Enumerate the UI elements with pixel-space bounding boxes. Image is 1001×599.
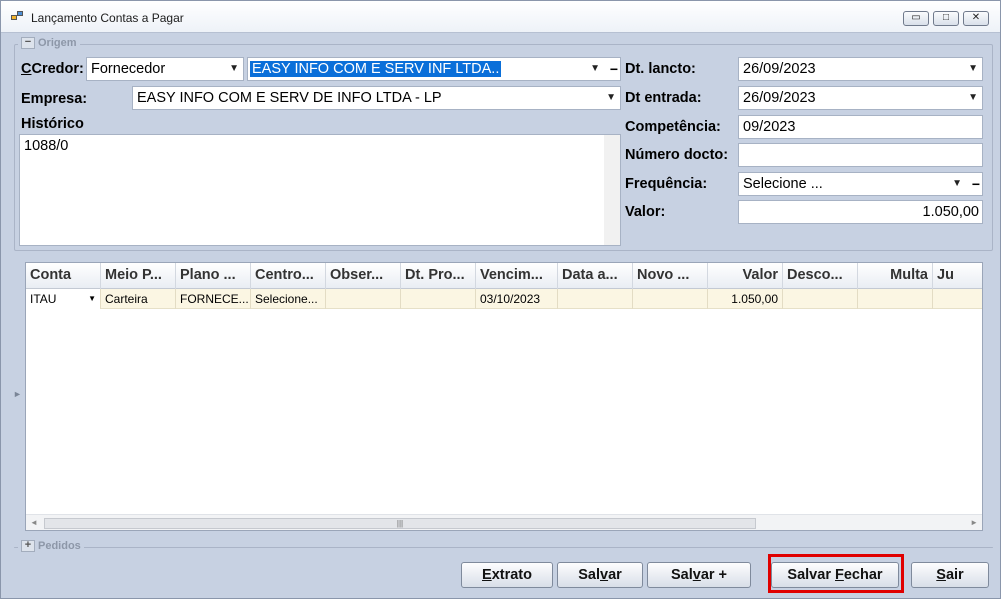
table-cell[interactable]: Carteira <box>101 289 176 309</box>
salvar-mais-button[interactable]: Salvar + <box>647 562 751 588</box>
credor-name-value: EASY INFO COM E SERV INF LTDA.. <box>250 61 502 77</box>
title-bar: Lançamento Contas a Pagar ▭ □ ✕ <box>1 1 1000 33</box>
credor-name-select[interactable]: EASY INFO COM E SERV INF LTDA.. ▼ − <box>247 57 621 81</box>
credor-type-select[interactable]: Fornecedor ▼ <box>86 57 244 81</box>
dt-entrada-select[interactable]: 26/09/2023 ▼ <box>738 86 983 110</box>
collapse-icon[interactable]: − <box>21 37 35 49</box>
competencia-field[interactable]: 09/2023 <box>738 115 983 139</box>
column-header[interactable]: Ju <box>933 263 982 289</box>
table-cell[interactable] <box>783 289 858 309</box>
scroll-right-icon[interactable]: ► <box>970 518 978 527</box>
table-cell[interactable]: FORNECE... <box>176 289 251 309</box>
table-cell[interactable]: 1.050,00 <box>708 289 783 309</box>
table-cell[interactable] <box>633 289 708 309</box>
numero-docto-field[interactable] <box>738 143 983 167</box>
table-cell[interactable] <box>558 289 633 309</box>
column-header[interactable]: Multa <box>858 263 933 289</box>
column-header[interactable]: Obser... <box>326 263 401 289</box>
historico-label: Histórico <box>21 116 84 132</box>
table-cell[interactable]: Selecione... <box>251 289 326 309</box>
highlight-box <box>768 554 904 593</box>
table-cell[interactable]: ITAU ▼ <box>26 289 101 309</box>
dt-lancto-select[interactable]: 26/09/2023 ▼ <box>738 57 983 81</box>
scroll-left-icon[interactable]: ◄ <box>30 518 38 527</box>
chevron-down-icon[interactable]: ▼ <box>968 87 978 109</box>
dt-entrada-label: Dt entrada: <box>625 90 702 106</box>
column-header[interactable]: Valor <box>708 263 783 289</box>
table-cell[interactable] <box>401 289 476 309</box>
close-button[interactable]: ✕ <box>963 11 989 26</box>
valor-field[interactable]: 1.050,00 <box>738 200 983 224</box>
expand-icon[interactable]: + <box>21 540 35 552</box>
table-cell[interactable] <box>858 289 933 309</box>
clear-icon[interactable]: − <box>610 58 618 80</box>
side-panel-arrow-icon[interactable]: ► <box>13 389 22 399</box>
table-cell[interactable]: 03/10/2023 <box>476 289 558 309</box>
column-header[interactable]: Data a... <box>558 263 633 289</box>
column-header[interactable]: Conta <box>26 263 101 289</box>
column-header[interactable]: Meio P... <box>101 263 176 289</box>
column-header[interactable]: Novo ... <box>633 263 708 289</box>
historico-textarea[interactable]: 1088/0 <box>19 134 621 246</box>
app-window: Lançamento Contas a Pagar ▭ □ ✕ − Origem … <box>0 0 1001 599</box>
grid-horizontal-scrollbar[interactable]: ◄ ||| ► <box>26 514 982 530</box>
empresa-label: Empresa: <box>21 91 88 107</box>
chevron-down-icon[interactable]: ▼ <box>229 58 239 80</box>
valor-label: Valor: <box>625 204 666 220</box>
table-cell[interactable] <box>933 289 982 309</box>
pedidos-header[interactable]: + Pedidos <box>18 540 84 552</box>
frequencia-label: Frequência: <box>625 176 708 192</box>
column-header[interactable]: Centro... <box>251 263 326 289</box>
chevron-down-icon[interactable]: ▼ <box>606 87 616 109</box>
historico-value: 1088/0 <box>24 138 69 154</box>
chevron-down-icon[interactable]: ▼ <box>968 58 978 80</box>
scroll-thumb[interactable]: ||| <box>44 518 756 529</box>
column-header[interactable]: Desco... <box>783 263 858 289</box>
chevron-down-icon[interactable]: ▼ <box>952 173 962 195</box>
credor-label: CCredor: <box>21 61 84 77</box>
chevron-down-icon[interactable]: ▼ <box>590 58 600 80</box>
column-header[interactable]: Vencim... <box>476 263 558 289</box>
dt-lancto-label: Dt. lancto: <box>625 61 696 77</box>
table-cell[interactable] <box>326 289 401 309</box>
chevron-down-icon[interactable]: ▼ <box>88 289 96 309</box>
minimize-button[interactable]: ▭ <box>903 11 929 26</box>
origem-group-label: Origem <box>38 37 77 49</box>
pedidos-group <box>14 547 993 548</box>
sair-button[interactable]: Sair <box>911 562 989 588</box>
grid-header: Conta Meio P... Plano ... Centro... Obser...… <box>26 263 982 289</box>
column-header[interactable]: Dt. Pro... <box>401 263 476 289</box>
extrato-button[interactable]: Extrato <box>461 562 553 588</box>
pedidos-group-label: Pedidos <box>38 540 81 552</box>
empresa-select[interactable]: EASY INFO COM E SERV DE INFO LTDA - LP ▼ <box>132 86 621 110</box>
parcelas-grid[interactable]: Conta Meio P... Plano ... Centro... Obser...… <box>25 262 983 531</box>
frequencia-select[interactable]: Selecione ... ▼ − <box>738 172 983 196</box>
table-row[interactable]: ITAU ▼ Carteira FORNECE... Selecione... 03/10… <box>26 289 982 309</box>
maximize-button[interactable]: □ <box>933 11 959 26</box>
historico-scrollbar[interactable] <box>604 135 620 245</box>
window-title: Lançamento Contas a Pagar <box>31 11 184 25</box>
clear-icon[interactable]: − <box>972 173 980 195</box>
app-icon <box>11 11 25 23</box>
origem-header[interactable]: − Origem <box>18 37 80 49</box>
column-header[interactable]: Plano ... <box>176 263 251 289</box>
salvar-button[interactable]: Salvar <box>557 562 643 588</box>
numero-docto-label: Número docto: <box>625 147 729 163</box>
competencia-label: Competência: <box>625 119 721 135</box>
